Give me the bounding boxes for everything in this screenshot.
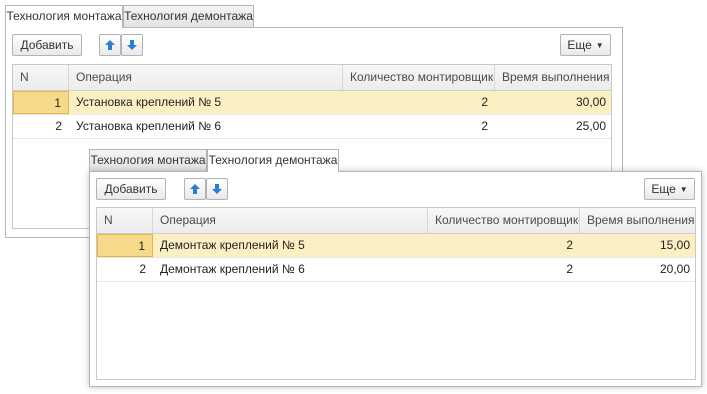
move-up-button[interactable] (99, 34, 121, 56)
cell-installers-count[interactable]: 2 (343, 91, 495, 114)
column-header-n[interactable]: N (97, 208, 153, 233)
more-button-label: Еще (567, 38, 592, 52)
column-header-execution-time[interactable]: Время выполнения (580, 208, 695, 233)
cell-execution-time[interactable]: 15,00 (580, 234, 695, 257)
cell-execution-time[interactable]: 20,00 (580, 258, 695, 281)
arrow-down-icon (127, 40, 137, 50)
add-button[interactable]: Добавить (12, 34, 82, 56)
move-down-button[interactable] (206, 178, 228, 200)
dismount-technology-panel: Технология монтажа Технология демонтажа … (89, 149, 702, 388)
table-header: N Операция Количество монтировщиков Врем… (13, 65, 611, 91)
arrow-up-icon (105, 40, 115, 50)
column-header-installers-count[interactable]: Количество монтировщиков (343, 65, 495, 90)
column-header-operation[interactable]: Операция (153, 208, 428, 233)
cell-n[interactable]: 1 (97, 234, 153, 257)
cell-operation[interactable]: Демонтаж креплений № 5 (153, 234, 428, 257)
tab-dismount-technology[interactable]: Технология демонтажа (207, 149, 339, 172)
table-row[interactable]: 2 Демонтаж креплений № 6 2 20,00 (97, 258, 695, 282)
cell-installers-count[interactable]: 2 (428, 234, 580, 257)
caret-down-icon: ▼ (679, 185, 688, 194)
operations-table: N Операция Количество монтировщиков Врем… (96, 207, 696, 380)
cell-execution-time[interactable]: 30,00 (495, 91, 611, 114)
table-header: N Операция Количество монтировщиков Врем… (97, 208, 695, 234)
tab-mount-technology[interactable]: Технология монтажа (89, 149, 207, 171)
cell-n[interactable]: 2 (13, 115, 69, 138)
add-button[interactable]: Добавить (96, 178, 166, 200)
arrow-up-icon (190, 184, 200, 194)
cell-execution-time[interactable]: 25,00 (495, 115, 611, 138)
more-button[interactable]: Еще ▼ (560, 34, 611, 56)
cell-installers-count[interactable]: 2 (343, 115, 495, 138)
more-button[interactable]: Еще ▼ (644, 178, 695, 200)
arrow-down-icon (212, 184, 222, 194)
more-button-label: Еще (651, 182, 676, 196)
cell-operation[interactable]: Установка креплений № 6 (69, 115, 343, 138)
caret-down-icon: ▼ (595, 41, 604, 50)
table-row[interactable]: 2 Установка креплений № 6 2 25,00 (13, 115, 611, 139)
cell-installers-count[interactable]: 2 (428, 258, 580, 281)
cell-operation[interactable]: Демонтаж креплений № 6 (153, 258, 428, 281)
table-row[interactable]: 1 Установка креплений № 5 2 30,00 (13, 91, 611, 115)
cell-n[interactable]: 2 (97, 258, 153, 281)
column-header-execution-time[interactable]: Время выполнения (495, 65, 611, 90)
cell-operation[interactable]: Установка креплений № 5 (69, 91, 343, 114)
column-header-n[interactable]: N (13, 65, 69, 90)
table-row[interactable]: 1 Демонтаж креплений № 5 2 15,00 (97, 234, 695, 258)
column-header-installers-count[interactable]: Количество монтировщиков (428, 208, 580, 233)
tab-content: Добавить Еще ▼ N Операция Количество монт… (89, 171, 702, 387)
column-header-operation[interactable]: Операция (69, 65, 343, 90)
move-down-button[interactable] (121, 34, 143, 56)
cell-n[interactable]: 1 (13, 91, 69, 114)
tab-dismount-technology[interactable]: Технология демонтажа (123, 5, 254, 27)
move-up-button[interactable] (184, 178, 206, 200)
tab-mount-technology[interactable]: Технология монтажа (5, 5, 123, 28)
